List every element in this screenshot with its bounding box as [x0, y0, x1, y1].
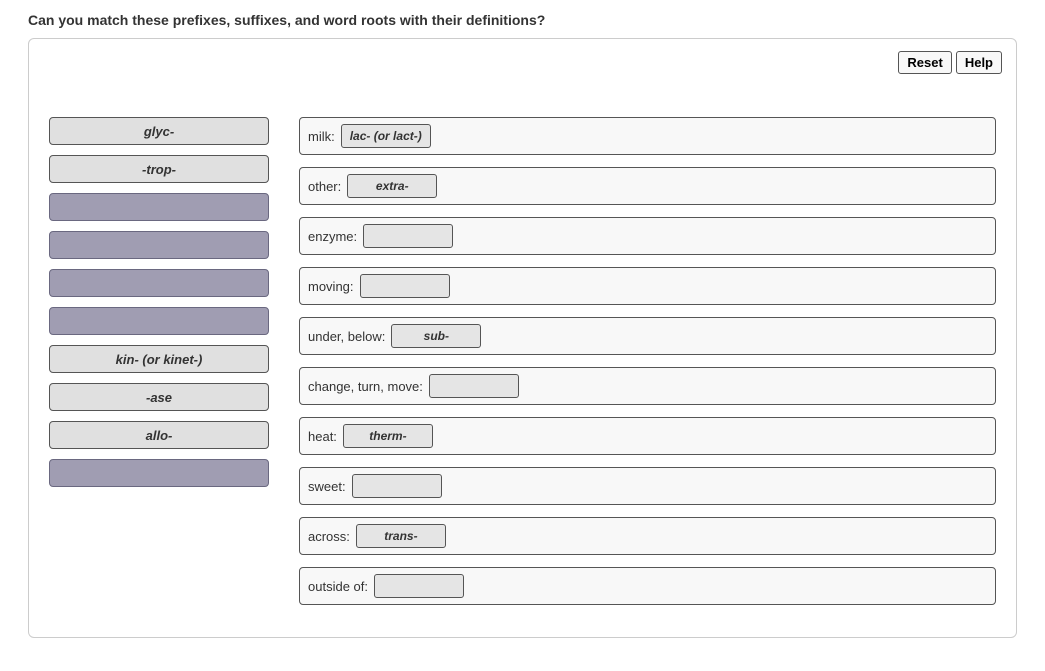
- target-label: milk:: [308, 129, 335, 144]
- draggable-item[interactable]: allo-: [49, 421, 269, 449]
- target-row: sweet:: [299, 467, 996, 505]
- drop-slot[interactable]: therm-: [343, 424, 433, 448]
- draggable-item[interactable]: glyc-: [49, 117, 269, 145]
- target-label: across:: [308, 529, 350, 544]
- target-row: change, turn, move:: [299, 367, 996, 405]
- target-row: moving:: [299, 267, 996, 305]
- draggable-empty-slot: [49, 193, 269, 221]
- reset-button[interactable]: Reset: [898, 51, 951, 74]
- target-row: under, below: sub-: [299, 317, 996, 355]
- target-label: heat:: [308, 429, 337, 444]
- help-button[interactable]: Help: [956, 51, 1002, 74]
- draggable-empty-slot: [49, 231, 269, 259]
- drop-slot[interactable]: extra-: [347, 174, 437, 198]
- target-row: milk: lac- (or lact-): [299, 117, 996, 155]
- target-row: enzyme:: [299, 217, 996, 255]
- target-label: moving:: [308, 279, 354, 294]
- draggable-empty-slot: [49, 269, 269, 297]
- drop-slot[interactable]: [352, 474, 442, 498]
- target-label: sweet:: [308, 479, 346, 494]
- drop-slot[interactable]: [374, 574, 464, 598]
- draggable-empty-slot: [49, 307, 269, 335]
- draggable-empty-slot: [49, 459, 269, 487]
- draggable-item[interactable]: -ase: [49, 383, 269, 411]
- draggable-item[interactable]: -trop-: [49, 155, 269, 183]
- target-row: across: trans-: [299, 517, 996, 555]
- draggable-item[interactable]: kin- (or kinet-): [49, 345, 269, 373]
- activity-frame: Reset Help glyc- -trop-kin- (or kinet-) -a…: [28, 38, 1017, 638]
- drop-slot[interactable]: sub-: [391, 324, 481, 348]
- target-column: milk: lac- (or lact-) other: extra-enzyme: m…: [299, 117, 996, 605]
- target-label: enzyme:: [308, 229, 357, 244]
- toolbar: Reset Help: [898, 51, 1002, 74]
- drop-slot[interactable]: [363, 224, 453, 248]
- drop-slot[interactable]: [360, 274, 450, 298]
- target-row: other: extra-: [299, 167, 996, 205]
- target-label: under, below:: [308, 329, 385, 344]
- question-title: Can you match these prefixes, suffixes, …: [28, 12, 1017, 28]
- drop-slot[interactable]: lac- (or lact-): [341, 124, 431, 148]
- target-label: change, turn, move:: [308, 379, 423, 394]
- source-column: glyc- -trop-kin- (or kinet-) -ase allo-: [49, 117, 269, 487]
- target-row: outside of:: [299, 567, 996, 605]
- target-label: outside of:: [308, 579, 368, 594]
- drop-slot[interactable]: trans-: [356, 524, 446, 548]
- target-label: other:: [308, 179, 341, 194]
- target-row: heat: therm-: [299, 417, 996, 455]
- drop-slot[interactable]: [429, 374, 519, 398]
